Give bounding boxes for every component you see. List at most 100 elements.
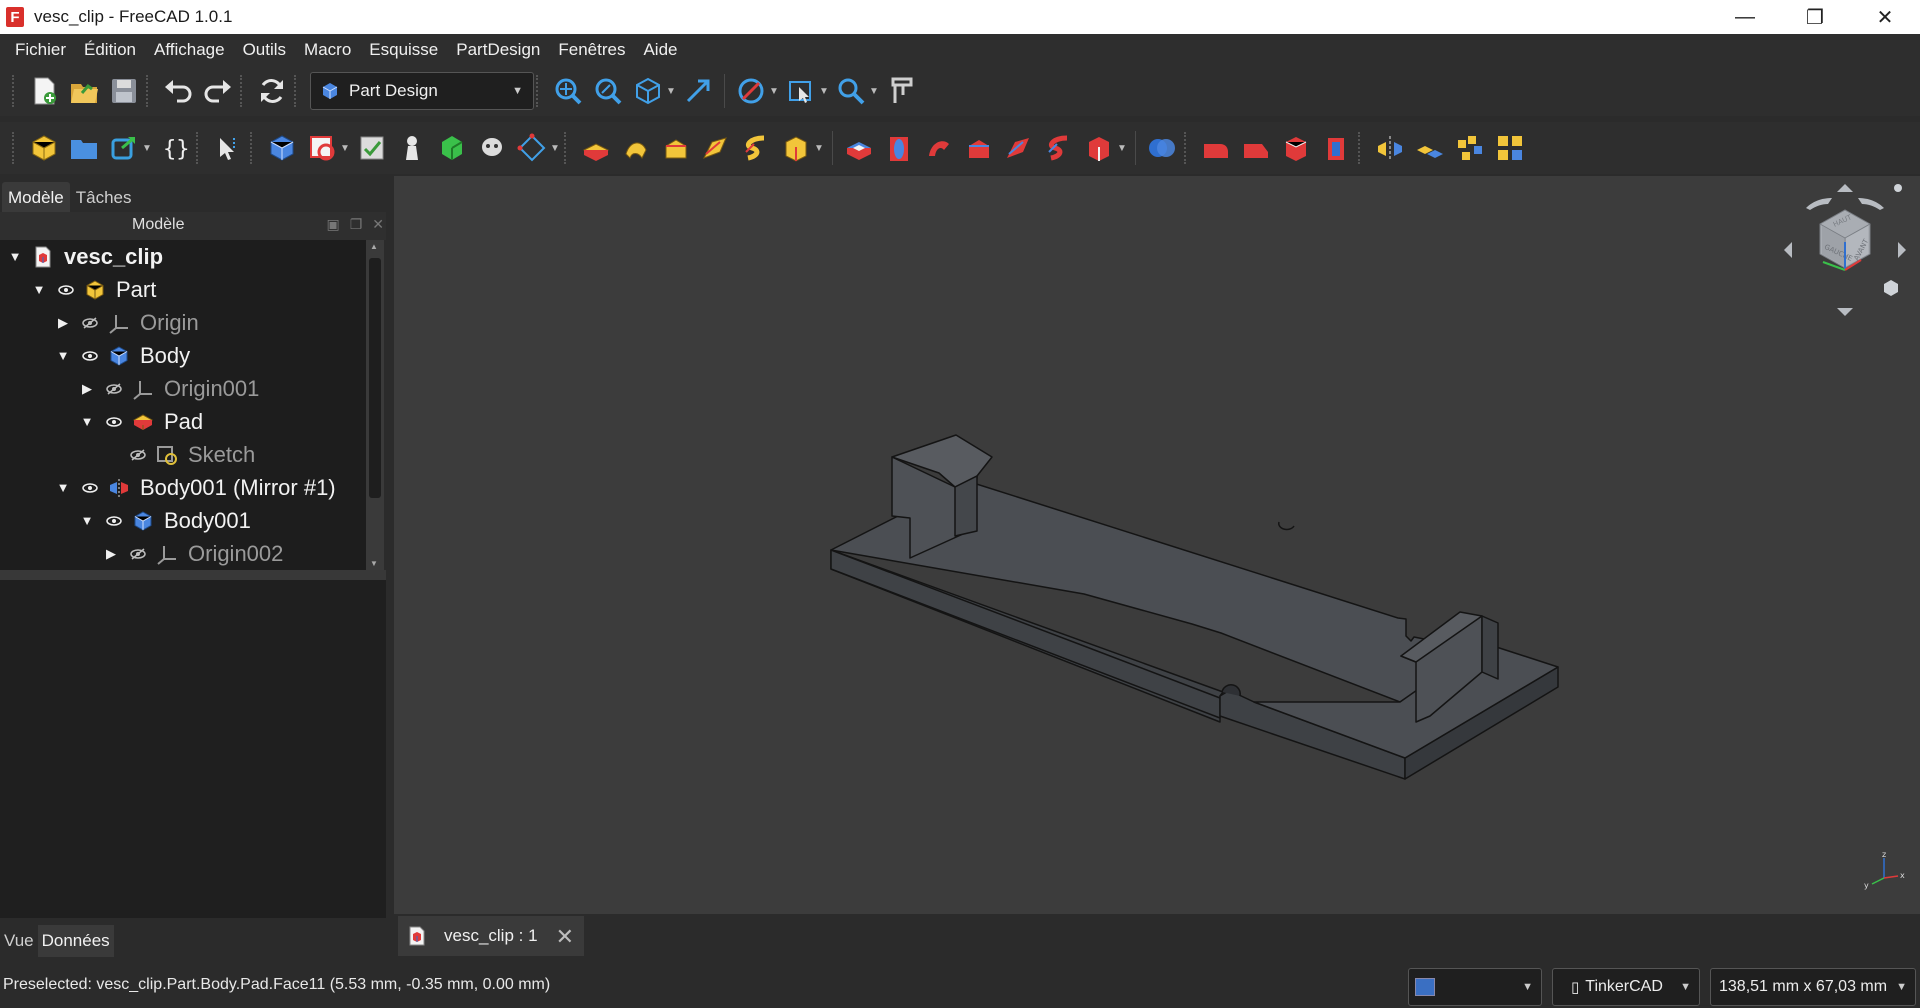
shape-binder-icon[interactable]: [392, 128, 432, 168]
toolbar-grip[interactable]: [146, 75, 152, 107]
toolbar-grip[interactable]: [12, 75, 18, 107]
tree-item-pad[interactable]: ▼ Pad: [0, 405, 368, 438]
visibility-eye-icon[interactable]: [106, 416, 122, 428]
close-window-button[interactable]: ✕: [1850, 0, 1920, 34]
menu-esquisse[interactable]: Esquisse: [360, 40, 447, 60]
fit-all-icon[interactable]: [548, 71, 588, 111]
isometric-view-icon[interactable]: [628, 71, 668, 111]
expand-arrow-icon[interactable]: ▼: [56, 480, 70, 495]
restore-button[interactable]: ❐: [1780, 0, 1850, 34]
tab-donnees[interactable]: Données: [37, 925, 114, 957]
tree-item-origin002[interactable]: ▶ Origin002: [0, 537, 368, 570]
selection-filter-icon[interactable]: [208, 128, 248, 168]
toolbar-grip[interactable]: [1358, 132, 1364, 164]
new-document-icon[interactable]: [24, 71, 64, 111]
additive-primitive-icon[interactable]: [776, 128, 816, 168]
zoom-icon[interactable]: [831, 71, 871, 111]
hidden-eye-icon[interactable]: [130, 547, 146, 560]
additive-loft-icon[interactable]: [656, 128, 696, 168]
polar-pattern-icon[interactable]: [1450, 128, 1490, 168]
toolbar-grip[interactable]: [196, 132, 202, 164]
toolbar-grip[interactable]: [250, 132, 256, 164]
tab-modele[interactable]: Modèle: [2, 182, 70, 212]
collapse-arrow-icon[interactable]: ▶: [80, 381, 94, 397]
hidden-eye-icon[interactable]: [106, 382, 122, 395]
hidden-eye-icon[interactable]: [82, 316, 98, 329]
visibility-eye-icon[interactable]: [106, 515, 122, 527]
open-document-icon[interactable]: [64, 71, 104, 111]
boolean-icon[interactable]: [1142, 128, 1182, 168]
menu-outils[interactable]: Outils: [234, 40, 295, 60]
pocket-icon[interactable]: [839, 128, 879, 168]
draw-style-icon[interactable]: [731, 71, 771, 111]
menu-macro[interactable]: Macro: [295, 40, 360, 60]
subtractive-primitive-icon[interactable]: [1079, 128, 1119, 168]
tab-taches[interactable]: Tâches: [70, 182, 138, 212]
close-tab-icon[interactable]: ✕: [556, 924, 574, 950]
undo-icon[interactable]: [158, 71, 198, 111]
tree-item-part[interactable]: ▼ Part: [0, 273, 368, 306]
create-part-icon[interactable]: [24, 128, 64, 168]
visibility-eye-icon[interactable]: [82, 350, 98, 362]
navigation-style-selector[interactable]: ▯ TinkerCAD ▼: [1552, 968, 1700, 1006]
expand-arrow-icon[interactable]: ▼: [32, 282, 46, 297]
thickness-icon[interactable]: [1316, 128, 1356, 168]
roll-left-icon[interactable]: [1806, 198, 1832, 210]
menu-partdesign[interactable]: PartDesign: [447, 40, 549, 60]
expand-arrow-icon[interactable]: ▼: [8, 249, 22, 264]
toolbar-grip[interactable]: [536, 75, 542, 107]
workbench-selector[interactable]: Part Design ▼: [310, 72, 534, 110]
toolbar-grip[interactable]: [564, 132, 570, 164]
toolbar-grip[interactable]: [294, 75, 300, 107]
tree-item-body001-mirror-1[interactable]: ▼ Body001 (Mirror #1): [0, 471, 368, 504]
additive-helix-icon[interactable]: [736, 128, 776, 168]
left-clip-front[interactable]: [954, 475, 978, 537]
linear-pattern-icon[interactable]: [1410, 128, 1450, 168]
3d-viewport[interactable]: HAUT GAUCHE AVANT z y x: [394, 176, 1920, 914]
dimension-selector[interactable]: 138,51 mm x 67,03 mm ▼: [1710, 968, 1916, 1006]
scroll-up-icon[interactable]: ▲: [370, 242, 378, 251]
model-geometry[interactable]: [394, 176, 1920, 914]
expand-arrow-icon[interactable]: ▼: [80, 513, 94, 528]
create-link-icon[interactable]: [104, 128, 144, 168]
additive-pipe-icon[interactable]: [696, 128, 736, 168]
tree-scrollbar[interactable]: ▲ ▼: [366, 240, 384, 570]
menu-aide[interactable]: Aide: [634, 40, 686, 60]
subshape-binder-icon[interactable]: [432, 128, 472, 168]
tree-item-vesc-clip[interactable]: ▼ vesc_clip: [0, 240, 368, 273]
collapse-panel-icon[interactable]: ▣: [326, 216, 339, 233]
panel-splitter[interactable]: [0, 570, 386, 580]
hidden-eye-icon[interactable]: [130, 448, 146, 461]
create-group-icon[interactable]: [64, 128, 104, 168]
tree-item-body001[interactable]: ▼ Body001: [0, 504, 368, 537]
collapse-arrow-icon[interactable]: ▶: [56, 315, 70, 331]
navigation-cube[interactable]: HAUT GAUCHE AVANT: [1780, 180, 1910, 320]
draw-style-selector[interactable]: ▼: [1408, 968, 1542, 1006]
redo-icon[interactable]: [198, 71, 238, 111]
pad-icon[interactable]: [576, 128, 616, 168]
subtractive-loft-icon[interactable]: [959, 128, 999, 168]
rotate-right-icon[interactable]: [1898, 242, 1906, 258]
hole-icon[interactable]: [879, 128, 919, 168]
fillet-icon[interactable]: [1196, 128, 1236, 168]
rotate-left-icon[interactable]: [1784, 242, 1792, 258]
visibility-eye-icon[interactable]: [82, 482, 98, 494]
save-icon[interactable]: [104, 71, 144, 111]
multi-transform-icon[interactable]: [1490, 128, 1530, 168]
create-body-icon[interactable]: [262, 128, 302, 168]
top-notch[interactable]: [1278, 521, 1295, 531]
chamfer-icon[interactable]: [1236, 128, 1276, 168]
menu-fichier[interactable]: Fichier: [6, 40, 75, 60]
visibility-eye-icon[interactable]: [58, 284, 74, 296]
expand-arrow-icon[interactable]: ▼: [80, 414, 94, 429]
rotate-up-icon[interactable]: [1837, 184, 1853, 192]
box-selection-icon[interactable]: [781, 71, 821, 111]
scrollbar-thumb[interactable]: [369, 258, 381, 498]
fit-selection-icon[interactable]: [588, 71, 628, 111]
rotate-down-icon[interactable]: [1837, 308, 1853, 316]
variable-set-icon[interactable]: {}: [154, 128, 194, 168]
tree-item-sketch[interactable]: Sketch: [0, 438, 368, 471]
clone-icon[interactable]: [472, 128, 512, 168]
toolbar-grip[interactable]: [1184, 132, 1190, 164]
subtractive-helix-icon[interactable]: [1039, 128, 1079, 168]
